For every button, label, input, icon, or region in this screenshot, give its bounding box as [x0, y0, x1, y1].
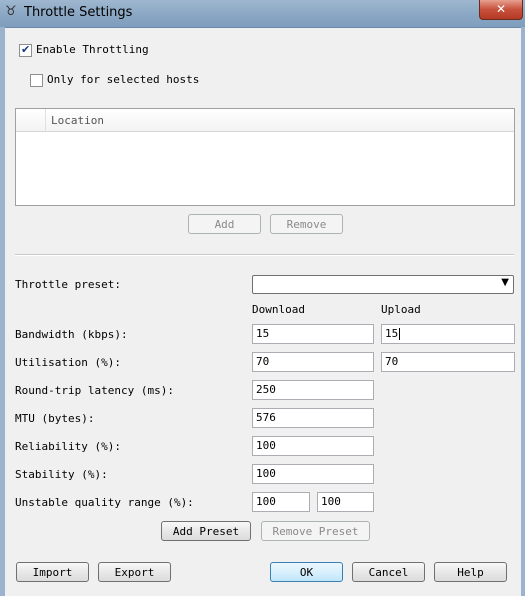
- stability-input[interactable]: 100: [252, 464, 374, 484]
- title-bar: ♉ Throttle Settings ✕: [0, 0, 525, 28]
- add-preset-button[interactable]: Add Preset: [161, 521, 251, 541]
- window-frame-right: [521, 27, 525, 596]
- enable-throttling-label[interactable]: Enable Throttling: [36, 43, 149, 56]
- window-title: Throttle Settings: [24, 5, 133, 20]
- utilisation-download-input[interactable]: 70: [252, 352, 374, 372]
- reliability-label: Reliability (%):: [15, 440, 121, 453]
- bandwidth-upload-value: 15: [385, 327, 399, 340]
- throttle-preset-select[interactable]: ▼: [252, 275, 514, 294]
- bandwidth-download-input[interactable]: 15: [252, 324, 374, 344]
- mtu-label: MTU (bytes):: [15, 412, 95, 425]
- enable-throttling-checkbox[interactable]: ✔: [19, 43, 32, 57]
- hosts-list[interactable]: Location: [15, 108, 515, 206]
- app-icon: ♉: [5, 4, 17, 19]
- ok-button[interactable]: OK: [270, 562, 343, 582]
- hosts-list-header: Location: [16, 109, 514, 132]
- remove-preset-button[interactable]: Remove Preset: [261, 521, 370, 541]
- check-icon: ✔: [21, 43, 31, 56]
- upload-column-label: Upload: [381, 303, 421, 316]
- unstable-range-min-input[interactable]: 100: [252, 492, 310, 512]
- unstable-range-max-input[interactable]: 100: [317, 492, 374, 512]
- add-host-button[interactable]: Add: [188, 214, 261, 234]
- dropdown-arrow-icon[interactable]: ▼: [501, 277, 509, 288]
- help-button[interactable]: Help: [434, 562, 507, 582]
- bandwidth-label: Bandwidth (kbps):: [15, 328, 128, 341]
- latency-input[interactable]: 250: [252, 380, 374, 400]
- utilisation-label: Utilisation (%):: [15, 356, 121, 369]
- throttle-preset-label: Throttle preset:: [15, 278, 121, 291]
- cancel-button[interactable]: Cancel: [352, 562, 425, 582]
- location-column-header[interactable]: Location: [51, 114, 104, 127]
- latency-label: Round-trip latency (ms):: [15, 384, 174, 397]
- window-frame-left: [0, 27, 5, 596]
- unstable-range-label: Unstable quality range (%):: [15, 496, 194, 509]
- separator: [15, 254, 514, 256]
- header-divider: [45, 109, 46, 131]
- import-button[interactable]: Import: [16, 562, 89, 582]
- text-caret: [399, 328, 401, 340]
- only-selected-hosts-label[interactable]: Only for selected hosts: [47, 73, 199, 86]
- bandwidth-upload-input[interactable]: 15: [381, 324, 515, 344]
- export-button[interactable]: Export: [98, 562, 171, 582]
- close-icon: ✕: [495, 2, 507, 16]
- remove-host-button[interactable]: Remove: [270, 214, 343, 234]
- stability-label: Stability (%):: [15, 468, 108, 481]
- close-button[interactable]: ✕: [479, 0, 523, 20]
- mtu-input[interactable]: 576: [252, 408, 374, 428]
- download-column-label: Download: [252, 303, 305, 316]
- reliability-input[interactable]: 100: [252, 436, 374, 456]
- only-selected-hosts-checkbox[interactable]: [30, 74, 43, 87]
- utilisation-upload-input[interactable]: 70: [381, 352, 515, 372]
